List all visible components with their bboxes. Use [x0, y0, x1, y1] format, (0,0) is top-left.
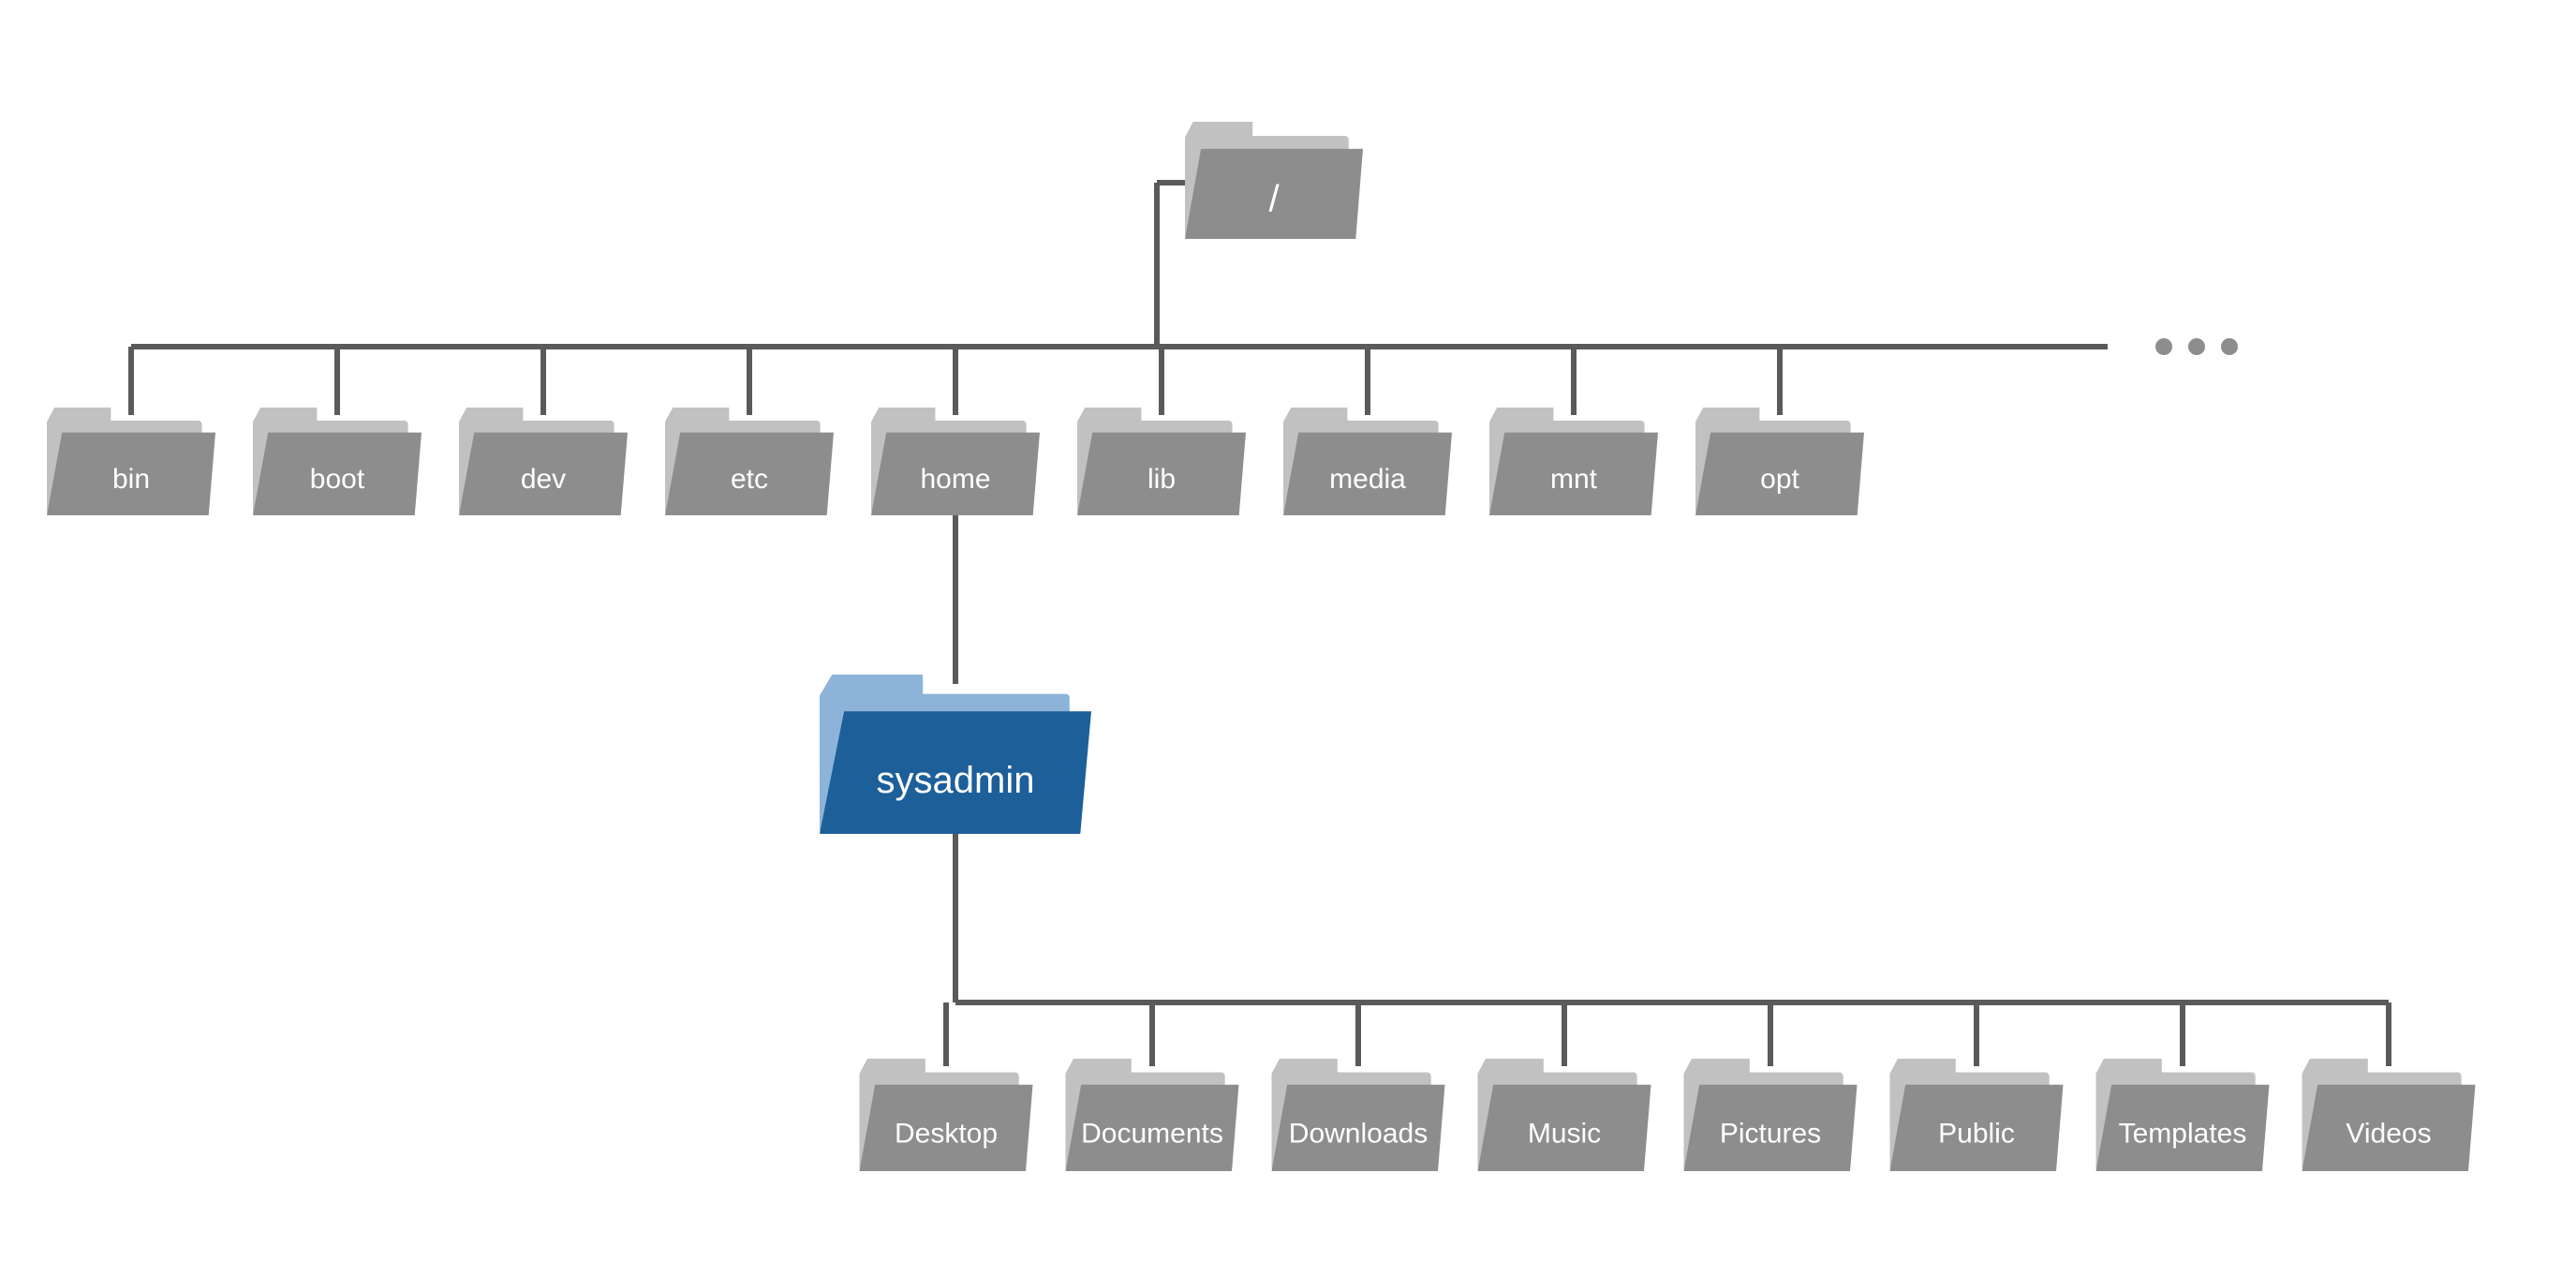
folder-pictures: Pictures	[1684, 1059, 1858, 1171]
folder-opt: opt	[1695, 408, 1864, 515]
folder-dev-label: dev	[521, 464, 566, 495]
folder-sysadmin-label: sysadmin	[877, 760, 1035, 801]
folder-videos: Videos	[2302, 1059, 2476, 1171]
folder-lib: lib	[1077, 408, 1246, 515]
folder-lib-label: lib	[1147, 464, 1176, 495]
folder-videos-label: Videos	[2346, 1119, 2431, 1150]
folder-home: home	[871, 408, 1040, 515]
folder-pictures-label: Pictures	[1720, 1119, 1821, 1150]
ellipsis-dot	[2221, 338, 2238, 355]
folder-bin-label: bin	[112, 464, 150, 495]
folder-downloads: Downloads	[1272, 1059, 1445, 1171]
folder-public-label: Public	[1938, 1119, 2015, 1150]
folder-documents: Documents	[1066, 1059, 1239, 1171]
ellipsis-dot	[2155, 338, 2172, 355]
folder-desktop: Desktop	[860, 1059, 1033, 1171]
folder-mnt: mnt	[1489, 408, 1658, 515]
folder-public: Public	[1890, 1059, 2064, 1171]
ellipsis-dot	[2188, 338, 2205, 355]
folder-dev: dev	[459, 408, 628, 515]
folder-media-label: media	[1329, 464, 1406, 495]
folder-documents-label: Documents	[1081, 1119, 1223, 1150]
folder-templates: Templates	[2096, 1059, 2270, 1171]
folder-boot-label: boot	[310, 464, 365, 495]
folder-etc-label: etc	[731, 464, 768, 495]
folder-music: Music	[1478, 1059, 1651, 1171]
folder-opt-label: opt	[1760, 464, 1799, 495]
folder-root: /	[1185, 122, 1363, 239]
folder-downloads-label: Downloads	[1289, 1119, 1428, 1150]
folder-sysadmin: sysadmin	[820, 675, 1091, 834]
folder-desktop-label: Desktop	[895, 1119, 998, 1150]
folder-etc: etc	[665, 408, 834, 515]
folder-mnt-label: mnt	[1550, 464, 1598, 495]
filesystem-tree-diagram: / bin boot dev etc home lib media mnt opt sysadmin…	[0, 0, 2576, 1277]
folder-home-label: home	[920, 464, 990, 495]
folder-boot: boot	[253, 408, 422, 515]
folder-templates-label: Templates	[2119, 1119, 2247, 1150]
folder-music-label: Music	[1528, 1119, 1601, 1150]
folder-root-label: /	[1268, 179, 1280, 220]
folder-bin: bin	[47, 408, 215, 515]
folder-media: media	[1283, 408, 1452, 515]
